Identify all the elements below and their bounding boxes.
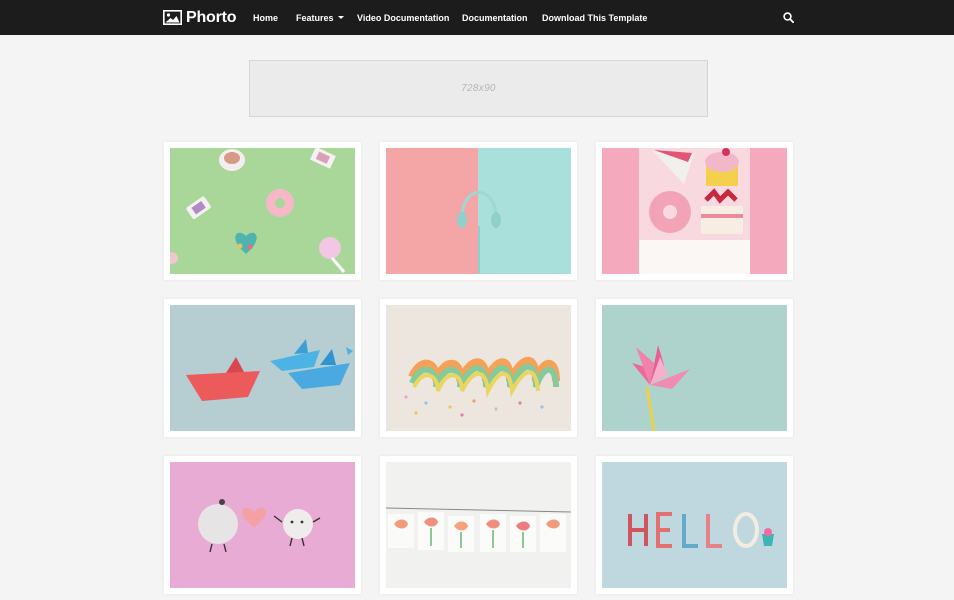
nav-download-template[interactable]: Download This Template <box>542 0 647 35</box>
ad-banner[interactable]: 728x90 <box>249 60 708 117</box>
gallery-image-hello-letters[interactable] <box>602 462 787 588</box>
ad-label: 728x90 <box>461 83 496 94</box>
top-navbar: Phorto Home Features Video Documentation… <box>0 0 954 35</box>
search-icon[interactable] <box>783 12 794 23</box>
nav-download-template-label: Download This Template <box>542 12 648 23</box>
nav-home-label: Home <box>253 12 279 23</box>
gallery-image-hanging-cards[interactable] <box>386 462 571 588</box>
nav-home[interactable]: Home <box>253 0 278 35</box>
gallery-image-paper-flower[interactable] <box>602 305 787 431</box>
nav-features[interactable]: Features <box>296 0 344 35</box>
gallery-image-headphones[interactable] <box>386 148 571 274</box>
gallery-card-3 <box>596 142 793 280</box>
gallery-image-cakes[interactable] <box>602 148 787 274</box>
gallery-card-6 <box>596 299 793 437</box>
gallery-image-sweets[interactable] <box>170 148 355 274</box>
site-logo[interactable]: Phorto <box>163 8 237 27</box>
gallery-card-9 <box>596 456 793 594</box>
gallery-image-rainbow-ribbon[interactable] <box>386 305 571 431</box>
nav-video-documentation-label: Video Documentation <box>357 12 450 23</box>
gallery-card-2 <box>380 142 577 280</box>
nav-documentation-label: Documentation <box>462 12 528 23</box>
gallery-image-felt-balls[interactable] <box>170 462 355 588</box>
gallery-card-7 <box>164 456 361 594</box>
gallery-image-paper-boats[interactable] <box>170 305 355 431</box>
chevron-down-icon <box>337 16 344 19</box>
logo-text: Phorto <box>186 8 237 26</box>
gallery-card-5 <box>380 299 577 437</box>
nav-features-label: Features <box>296 12 334 23</box>
image-icon <box>163 10 182 25</box>
nav-documentation[interactable]: Documentation <box>462 0 528 35</box>
nav-video-documentation[interactable]: Video Documentation <box>357 0 449 35</box>
gallery-card-4 <box>164 299 361 437</box>
gallery-card-1 <box>164 142 361 280</box>
gallery-card-8 <box>380 456 577 594</box>
